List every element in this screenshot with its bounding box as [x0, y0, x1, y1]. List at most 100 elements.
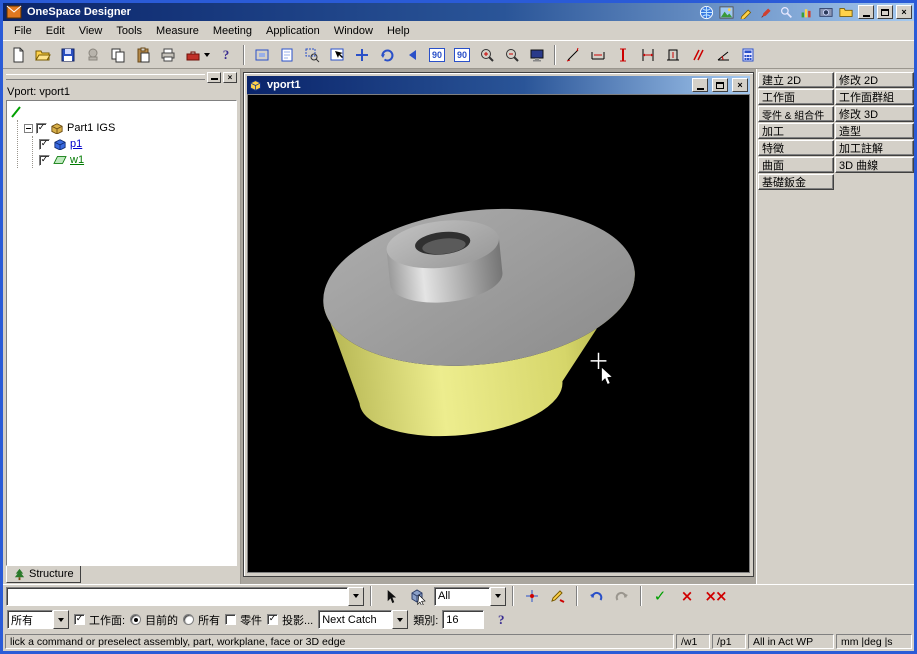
menu-tools[interactable]: Tools [109, 23, 149, 39]
part1-checkbox[interactable]: ✓ [36, 122, 47, 134]
help-button[interactable]: ? [214, 43, 238, 66]
filter-value[interactable]: 所有 [7, 610, 53, 629]
panel-button-3d-curve[interactable]: 3D 曲線 [835, 157, 914, 173]
viewport-canvas[interactable] [247, 94, 750, 573]
select-box-button[interactable] [325, 43, 349, 66]
hatch-button[interactable] [686, 43, 710, 66]
line-dim-button[interactable] [561, 43, 585, 66]
save-button[interactable] [56, 43, 80, 66]
pencil-icon[interactable] [737, 4, 755, 20]
vertical-dim-button[interactable] [611, 43, 635, 66]
tree-item-label[interactable]: p1 [70, 138, 82, 150]
paste-button[interactable] [131, 43, 155, 66]
menu-help[interactable]: Help [380, 23, 417, 39]
select-scope-button[interactable] [404, 586, 432, 607]
panel-button-surface[interactable]: 曲面 [758, 157, 834, 173]
all-option[interactable]: 所有 [183, 612, 220, 628]
viewport-close-button[interactable]: × [732, 78, 748, 92]
menu-application[interactable]: Application [259, 23, 327, 39]
filter-dropdown-button[interactable] [53, 610, 69, 629]
redo-button[interactable] [610, 586, 634, 607]
next-catch-combobox[interactable]: Next Catch [318, 610, 409, 629]
rotate-90-ccw-button[interactable]: 90 [450, 43, 474, 66]
print-button[interactable] [156, 43, 180, 66]
rotate-view-button[interactable] [375, 43, 399, 66]
all-radio[interactable] [183, 614, 195, 625]
previous-view-button[interactable] [400, 43, 424, 66]
scope-value[interactable]: All [434, 586, 490, 606]
chart-icon[interactable] [797, 4, 815, 20]
tree-root-item[interactable] [9, 104, 234, 120]
pane-grip[interactable] [6, 74, 205, 80]
zoom-out-button[interactable] [500, 43, 524, 66]
panel-button-styling[interactable]: 造型 [835, 123, 914, 139]
screen-button[interactable] [525, 43, 549, 66]
folder-color-icon[interactable] [837, 4, 855, 20]
menu-edit[interactable]: Edit [39, 23, 72, 39]
menu-measure[interactable]: Measure [149, 23, 206, 39]
copy-button[interactable] [106, 43, 130, 66]
menu-meeting[interactable]: Meeting [206, 23, 259, 39]
command-combobox[interactable] [6, 586, 364, 606]
workplane-option[interactable]: ✓ 工作面: [74, 612, 125, 628]
zoom-box-button[interactable] [300, 43, 324, 66]
brush-icon[interactable] [757, 4, 775, 20]
projection-option[interactable]: ✓ 投影... [267, 612, 313, 628]
next-catch-value[interactable]: Next Catch [318, 610, 393, 629]
panel-button-machining[interactable]: 加工 [758, 123, 834, 139]
catch-point-button[interactable] [520, 586, 544, 607]
workplane-checkbox[interactable]: ✓ [74, 614, 85, 625]
panel-button-feature[interactable]: 特徵 [758, 140, 834, 156]
panel-button-workplane[interactable]: 工作面 [758, 89, 834, 105]
chain-dim-button[interactable] [636, 43, 660, 66]
new-button[interactable] [6, 43, 30, 66]
tree-item-p1[interactable]: ✓ p1 [39, 136, 234, 152]
maximize-button[interactable] [877, 5, 893, 19]
sheet-view-button[interactable] [275, 43, 299, 66]
tree-item-label[interactable]: w1 [70, 154, 84, 166]
pan-button[interactable] [350, 43, 374, 66]
menu-view[interactable]: View [72, 23, 110, 39]
magnifier-icon[interactable] [777, 4, 795, 20]
panel-button-workplane-group[interactable]: 工作面群組 [835, 89, 914, 105]
current-radio[interactable] [130, 614, 142, 625]
pane-minimize-button[interactable] [207, 71, 221, 83]
command-dropdown-button[interactable] [348, 586, 364, 606]
menu-file[interactable]: File [7, 23, 39, 39]
panel-button-modify-2d[interactable]: 修改 2D [835, 72, 914, 88]
select-cursor-button[interactable] [378, 586, 402, 607]
apply-button[interactable]: ✓ [648, 586, 672, 607]
scope-dropdown-button[interactable] [490, 586, 506, 606]
w1-checkbox[interactable]: ✓ [39, 154, 50, 166]
part-option[interactable]: 零件 [225, 612, 262, 628]
filter-combobox[interactable]: 所有 [7, 610, 69, 629]
datum-dim-button[interactable] [661, 43, 685, 66]
image-icon[interactable] [717, 4, 735, 20]
viewport-minimize-button[interactable] [692, 78, 708, 92]
part-checkbox[interactable] [225, 614, 237, 625]
scope-combobox[interactable]: All [434, 586, 506, 606]
menu-window[interactable]: Window [327, 23, 380, 39]
tab-structure[interactable]: Structure [6, 566, 81, 583]
cancel-button[interactable]: × [674, 586, 698, 607]
calculator-button[interactable] [736, 43, 760, 66]
rotate-90-cw-button[interactable]: 90 [425, 43, 449, 66]
panel-button-machining-annotation[interactable]: 加工註解 [835, 140, 914, 156]
tree-item-label[interactable]: Part1 IGS [67, 122, 115, 134]
p1-checkbox[interactable]: ✓ [39, 138, 50, 150]
angle-dim-button[interactable] [711, 43, 735, 66]
cancel-all-button[interactable]: ×× [700, 586, 730, 607]
viewport-titlebar[interactable]: vport1 × [247, 76, 750, 94]
command-input[interactable] [6, 586, 348, 606]
minimize-button[interactable] [858, 5, 874, 19]
stamp-button[interactable] [81, 43, 105, 66]
fit-view-button[interactable] [250, 43, 274, 66]
camera-icon[interactable] [817, 4, 835, 20]
zoom-in-button[interactable] [475, 43, 499, 66]
panel-button-part-assembly[interactable]: 零件 & 組合件 [758, 106, 834, 122]
category-field[interactable] [442, 610, 485, 629]
undo-button[interactable] [584, 586, 608, 607]
next-catch-dropdown-button[interactable] [392, 610, 409, 629]
horizontal-dim-button[interactable] [586, 43, 610, 66]
panel-button-sheet-metal[interactable]: 基礎鈑金 [758, 174, 834, 190]
